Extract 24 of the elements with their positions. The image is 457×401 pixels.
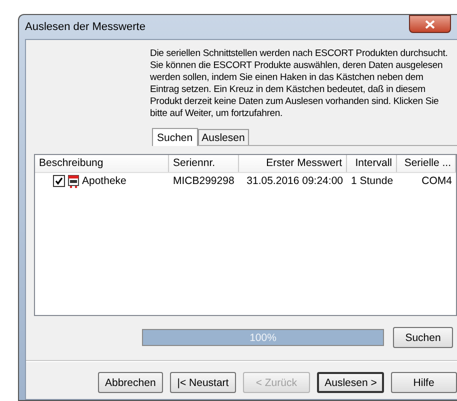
column-header[interactable]: Erster Messwert [239,155,347,172]
table-cell: Apotheke [82,175,126,187]
window-title: Auslesen der Messwerte [25,21,146,33]
instruction-text: Die seriellen Schnittstellen werden nach ESCORT Produkten durchsucht. Sie können die ESCORT Produkte auswählen, deren Daten ausgelesen werden sollen, indem Sie einen Haken in das Kästchen neben dem Eintrag setzen. Ein Kreuz in dem Kästchen bedeutet, daß in diesem Produkt derzeit keine Daten zum Auslesen vorhanden sind. Klicken Sie bitte auf Weiter, um fortzufahren. [150,48,449,120]
tab[interactable]: Suchen [152,128,198,146]
column-header[interactable]: Beschreibung [35,155,169,172]
progress-label: 100% [248,332,278,344]
dialog-button[interactable]: Auslesen > [316,372,384,393]
close-button[interactable] [409,15,451,33]
table-cell-text: MICB299298 [172,175,236,187]
logger-device-icon [68,174,79,188]
column-header[interactable]: Serielle ... [397,155,456,172]
dialog-button[interactable]: Abbrechen [98,372,163,393]
table-cell-text: 31.05.2016 09:24:00 [246,175,344,187]
table-cell-text: COM4 [420,175,453,187]
dialog-button[interactable]: |< Neustart [170,372,236,393]
column-header[interactable]: Intervall [347,155,397,172]
checkbox[interactable] [53,175,65,187]
column-header[interactable]: Seriennr. [169,155,239,172]
search-button[interactable]: Suchen [393,327,453,348]
dialog-button[interactable]: Hilfe [390,372,457,393]
close-icon [425,20,435,28]
tab[interactable]: Auslesen [198,129,249,145]
table-cell-text: 1 Stunde [350,175,394,187]
